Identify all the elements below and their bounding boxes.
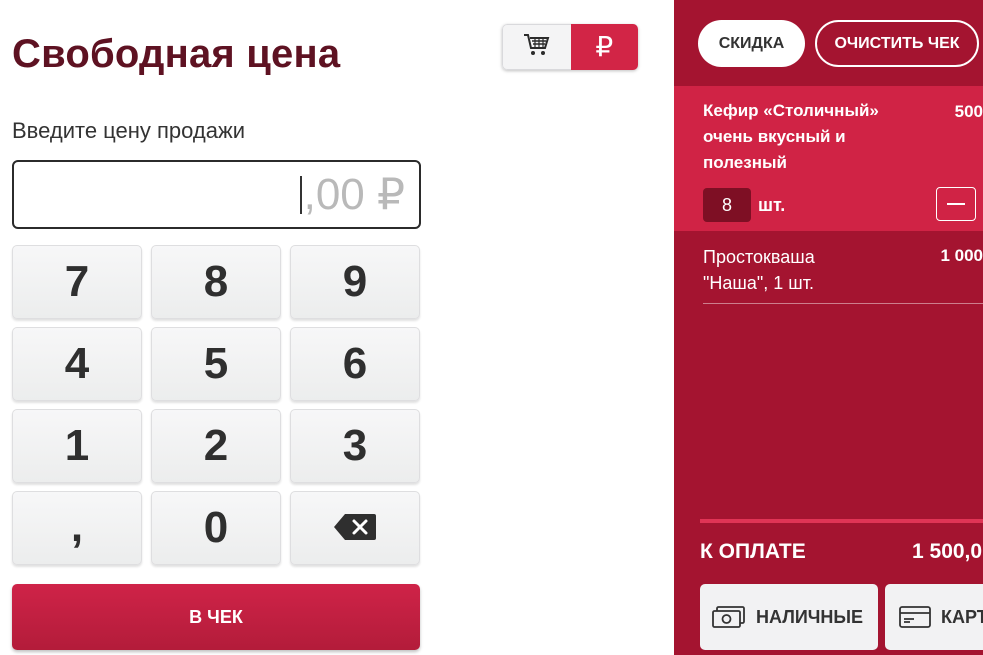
text-caret xyxy=(299,175,302,214)
decrease-quantity-button[interactable] xyxy=(936,187,976,221)
credit-card-icon xyxy=(899,606,931,628)
cart-icon xyxy=(523,32,551,62)
backspace-icon xyxy=(333,503,377,553)
key-6[interactable]: 6 xyxy=(290,327,420,401)
quantity-unit: шт. xyxy=(758,195,786,215)
total-label: К ОПЛАТЕ xyxy=(700,540,806,563)
key-5[interactable]: 5 xyxy=(151,327,281,401)
key-comma[interactable]: , xyxy=(12,491,142,565)
numeric-keypad: 7 8 9 4 5 6 1 2 3 , 0 xyxy=(12,245,421,565)
key-0[interactable]: 0 xyxy=(151,491,281,565)
clear-check-button[interactable]: ОЧИСТИТЬ ЧЕК xyxy=(815,20,979,67)
total-amount: 1 500,0 xyxy=(912,540,983,563)
key-9[interactable]: 9 xyxy=(290,245,420,319)
key-1[interactable]: 1 xyxy=(12,409,142,483)
quantity-field[interactable]: 8 xyxy=(703,188,751,222)
receipt-panel: СКИДКА ОЧИСТИТЬ ЧЕК Кефир «Столичный» оч… xyxy=(674,0,983,655)
pay-cash-label: НАЛИЧНЫЕ xyxy=(756,606,864,627)
receipt-item-name: Простокваша "Наша", 1 шт. xyxy=(703,247,815,293)
price-mode-button[interactable]: ₽ xyxy=(570,24,638,70)
pay-card-button[interactable]: КАРТ xyxy=(885,584,983,650)
receipt-item-price: 1 000 xyxy=(940,246,983,265)
total-divider xyxy=(700,519,983,523)
key-3[interactable]: 3 xyxy=(290,409,420,483)
key-4[interactable]: 4 xyxy=(12,327,142,401)
minus-icon xyxy=(947,203,965,205)
discount-button[interactable]: СКИДКА xyxy=(698,20,805,67)
key-8[interactable]: 8 xyxy=(151,245,281,319)
price-input-label: Введите цену продажи xyxy=(12,118,245,143)
pay-card-label: КАРТ xyxy=(941,606,983,627)
price-input-value: ,00 ₽ xyxy=(303,170,405,219)
page-title: Свободная цена xyxy=(12,32,341,76)
key-7[interactable]: 7 xyxy=(12,245,142,319)
pay-cash-button[interactable]: НАЛИЧНЫЕ xyxy=(700,584,878,650)
cart-mode-button[interactable] xyxy=(502,24,571,70)
backspace-key[interactable] xyxy=(290,491,420,565)
receipt-item-price: 500 xyxy=(954,102,983,121)
receipt-item-name: Кефир «Столичный» очень вкусный и полезн… xyxy=(703,101,879,172)
cash-icon xyxy=(712,606,746,628)
ruble-icon: ₽ xyxy=(595,31,614,62)
mode-toggle: ₽ xyxy=(502,24,638,70)
key-2[interactable]: 2 xyxy=(151,409,281,483)
price-input[interactable]: ,00 ₽ xyxy=(12,160,421,229)
item-divider xyxy=(703,303,983,304)
add-to-check-button[interactable]: В ЧЕК xyxy=(12,584,420,650)
receipt-item-selected[interactable]: Кефир «Столичный» очень вкусный и полезн… xyxy=(674,86,983,231)
